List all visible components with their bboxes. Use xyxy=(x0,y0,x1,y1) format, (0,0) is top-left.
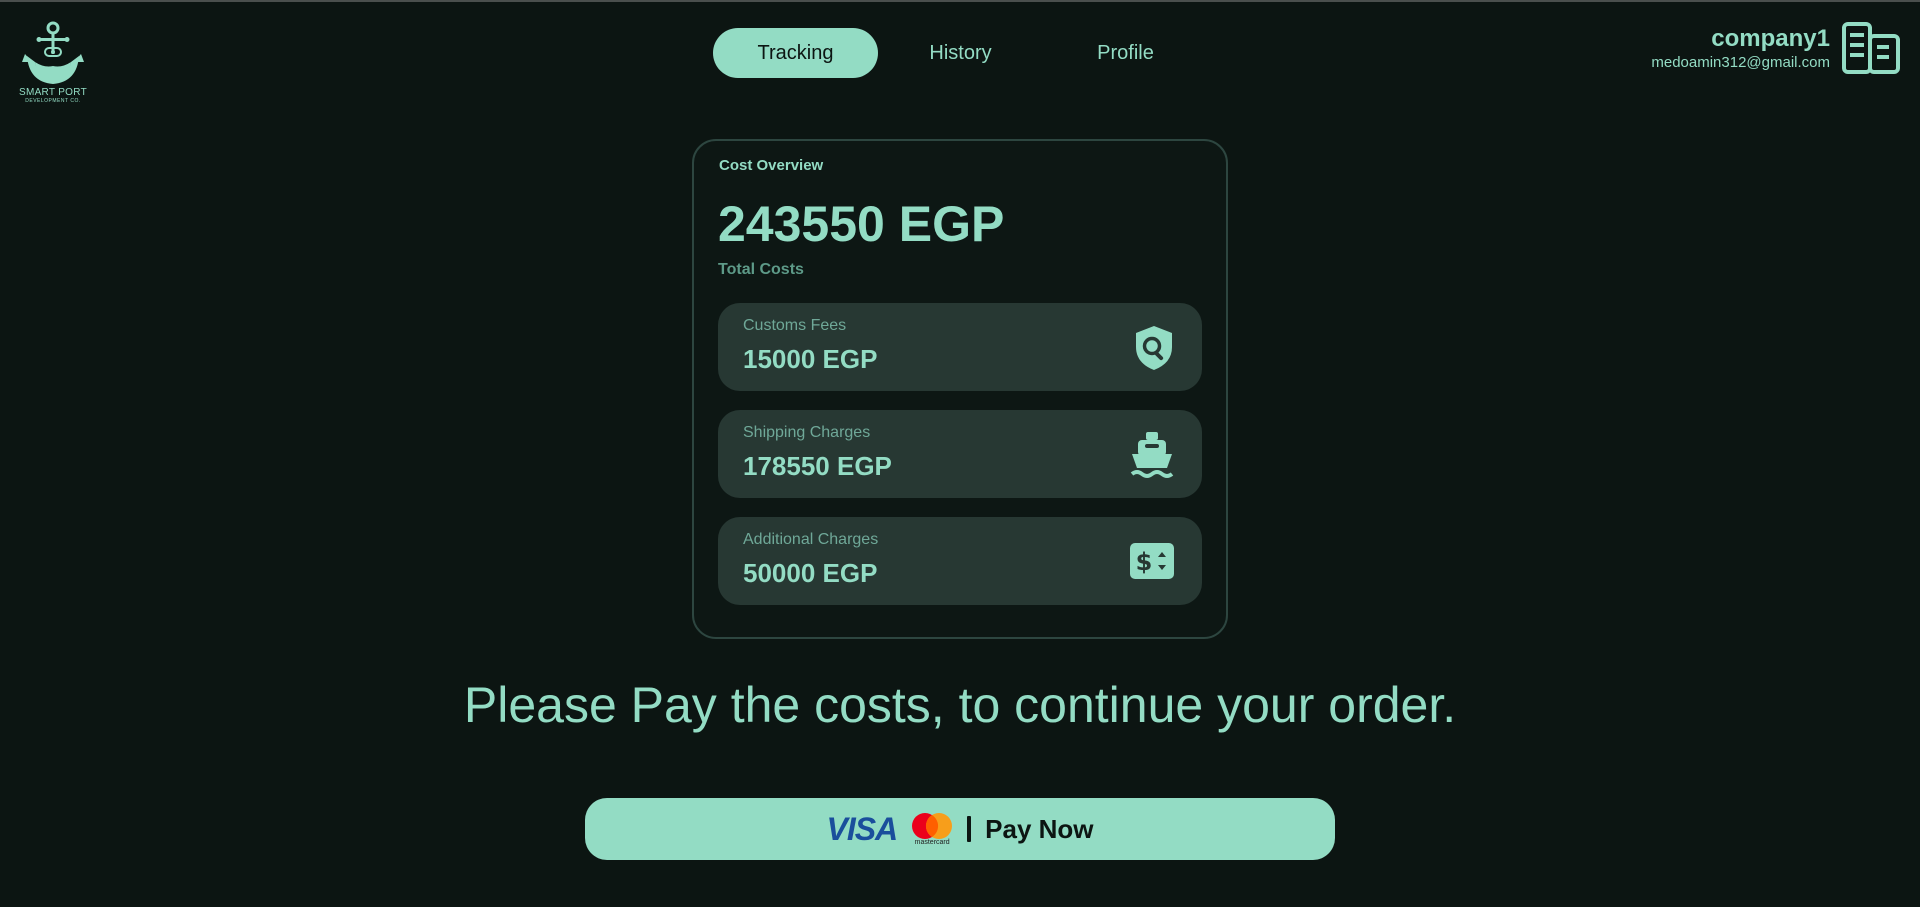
ship-icon xyxy=(1130,432,1174,478)
cost-value: 50000 EGP xyxy=(743,558,878,588)
cost-row-customs: Customs Fees 15000 EGP xyxy=(718,303,1202,391)
mastercard-logo: mastercard xyxy=(911,812,953,846)
cost-value: 15000 EGP xyxy=(743,344,878,374)
visa-logo: VISA xyxy=(826,810,898,847)
cost-value: 178550 EGP xyxy=(743,451,892,481)
building-icon xyxy=(1842,22,1900,74)
user-info: company1 medoamin312@gmail.com xyxy=(1651,24,1830,72)
cost-rows: Customs Fees 15000 EGP Shipping Charges … xyxy=(718,303,1202,605)
brand-subtitle: DEVELOPMENT CO. xyxy=(25,98,81,104)
svg-text:$: $ xyxy=(1136,548,1153,576)
main-nav: Tracking History Profile xyxy=(713,28,1208,78)
tab-profile[interactable]: Profile xyxy=(1043,28,1208,78)
mastercard-label: mastercard xyxy=(914,839,950,846)
card-title: Cost Overview xyxy=(719,157,824,174)
cost-overview-card: Cost Overview 243550 EGP Total Costs Cus… xyxy=(692,139,1228,639)
anchor-logo-icon xyxy=(22,21,84,84)
divider xyxy=(967,816,972,842)
dollar-sort-icon: $ xyxy=(1130,543,1174,579)
user-email: medoamin312@gmail.com xyxy=(1651,54,1830,71)
mastercard-icon xyxy=(912,813,953,839)
brand-name: SMART PORT xyxy=(18,87,87,98)
payment-message: Please Pay the costs, to continue your o… xyxy=(463,677,1457,733)
total-cost-label: Total Costs xyxy=(718,261,804,278)
total-cost-value: 243550 EGP xyxy=(718,196,1005,252)
cost-label: Shipping Charges xyxy=(743,424,871,441)
cost-label: Customs Fees xyxy=(743,317,847,334)
brand-logo[interactable]: SMART PORT DEVELOPMENT CO. xyxy=(18,20,88,106)
pay-now-button[interactable]: VISA mastercard Pay Now xyxy=(585,798,1335,860)
tab-tracking[interactable]: Tracking xyxy=(713,28,878,78)
cost-label: Additional Charges xyxy=(743,531,879,548)
pay-now-label: Pay Now xyxy=(985,813,1094,844)
cost-row-shipping: Shipping Charges 178550 EGP xyxy=(718,410,1202,498)
tab-history[interactable]: History xyxy=(878,28,1043,78)
user-account[interactable]: company1 medoamin312@gmail.com xyxy=(1651,22,1900,74)
user-name: company1 xyxy=(1711,25,1830,52)
shield-search-icon xyxy=(1136,326,1172,370)
cost-row-additional: Additional Charges 50000 EGP $ xyxy=(718,517,1202,605)
